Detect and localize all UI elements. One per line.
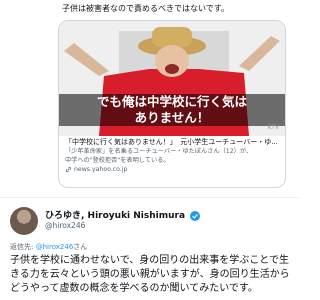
reply-to-suffix: さん: [73, 243, 88, 251]
image-caption: でも俺は中学校に行く気は ありません！: [59, 94, 285, 126]
link-preview-card[interactable]: でも俺は中学校に行く気は ありません！ KTV 「中学校に行く気はありません！」…: [58, 20, 286, 188]
reply-to-line: 返信先: @hirox246さん: [10, 242, 87, 252]
card-description-line-2: 中学への"登校拒否"を表明している。: [65, 157, 170, 164]
card-description-line-1: 「少年革命家」を名乗るユーチューバー・ゆたぼんさん（12）が、: [65, 148, 253, 155]
tweet-divider: [0, 197, 300, 198]
prior-tweet-text: 子供は被害者なので責めるべきではないです。: [62, 4, 229, 13]
display-name[interactable]: ひろゆき, Hiroyuki Nishimura: [45, 211, 185, 221]
image-watermark: KTV: [267, 124, 279, 131]
user-handle[interactable]: @hirox246: [45, 221, 85, 230]
card-domain-row: news.yahoo.co.jp: [65, 166, 279, 173]
link-icon: [65, 166, 72, 173]
display-name-row[interactable]: ひろゆき, Hiroyuki Nishimura: [45, 208, 201, 221]
card-body: 「中学校に行く気はありません！」 元小学生ユーチューバー・ゆ... 「少年革命家…: [59, 137, 285, 173]
reply-to-prefix: 返信先:: [10, 243, 36, 251]
tweet-text: 子供を学校に通わせないで、身の回りの出来事を学ぶことで生きる力を云々という頭の悪…: [10, 255, 290, 294]
reply-to-mention[interactable]: @hirox246: [36, 243, 74, 251]
verified-badge-icon: [190, 210, 201, 221]
card-domain: news.yahoo.co.jp: [74, 166, 128, 173]
avatar[interactable]: [10, 207, 38, 235]
card-title: 「中学校に行く気はありません！」 元小学生ユーチューバー・ゆ...: [65, 138, 278, 146]
caption-line-1: でも俺は中学校に行く気は: [96, 94, 247, 109]
caption-line-2: ありません！: [134, 110, 210, 125]
